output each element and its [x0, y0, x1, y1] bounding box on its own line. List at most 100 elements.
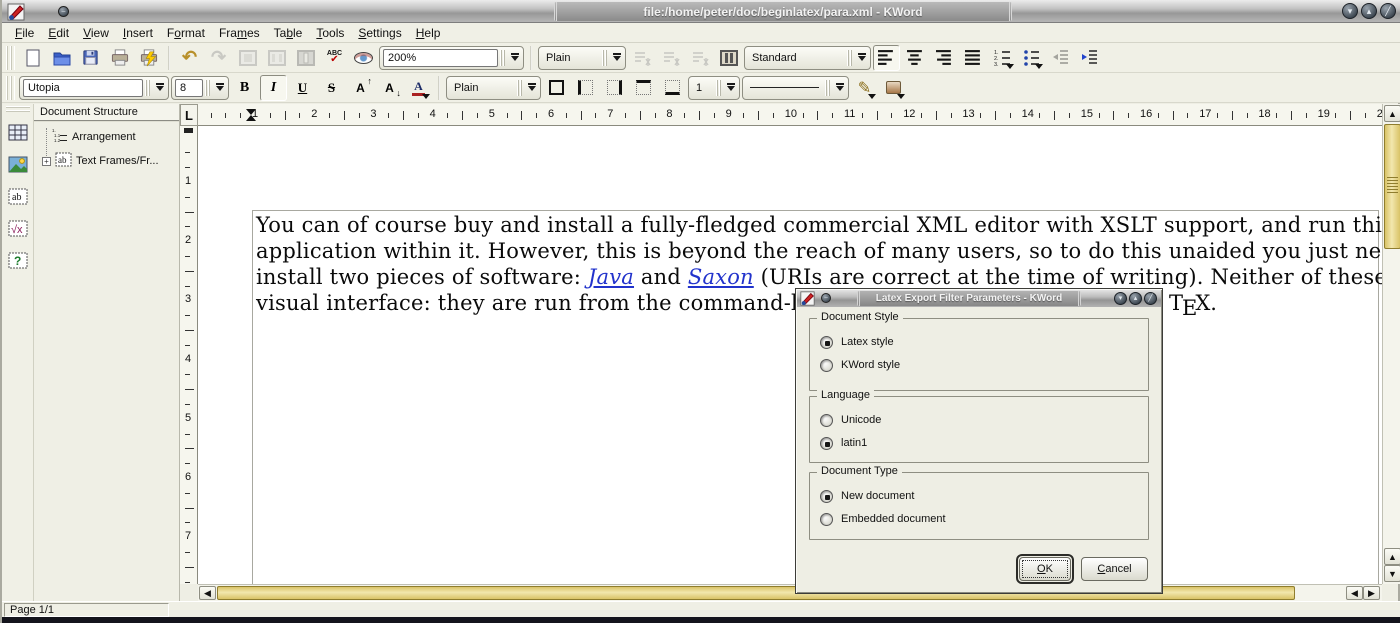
- line-style-sample[interactable]: [746, 79, 823, 97]
- insert-endnote-icon[interactable]: [657, 45, 684, 71]
- tab-stop-selector[interactable]: L: [180, 104, 198, 126]
- menu-settings[interactable]: Settings: [351, 24, 408, 42]
- border-width-select-value[interactable]: 1: [692, 79, 714, 97]
- insert-column-break-icon[interactable]: [715, 45, 742, 71]
- dialog-titlebar[interactable]: – Latex Export Filter Parameters - KWord…: [797, 290, 1161, 307]
- bold-icon[interactable]: [231, 75, 258, 101]
- radio-new-document[interactable]: New document: [820, 488, 914, 504]
- hyperlink-java[interactable]: Java: [588, 265, 634, 289]
- menu-table[interactable]: Table: [267, 24, 310, 42]
- formatting-characters-icon[interactable]: [350, 45, 377, 71]
- radio-button-icon[interactable]: [820, 359, 833, 372]
- sticky-window-button[interactable]: –: [58, 6, 69, 17]
- menu-tools[interactable]: Tools: [309, 24, 351, 42]
- strikethrough-icon[interactable]: [318, 75, 345, 101]
- insert-object-icon[interactable]: ?: [4, 246, 32, 274]
- insert-footnote-icon[interactable]: [628, 45, 655, 71]
- scroll-left-button[interactable]: ◀: [199, 586, 216, 600]
- combo-dropdown-button[interactable]: [853, 47, 870, 69]
- subscript-icon[interactable]: [376, 75, 403, 101]
- undo-icon[interactable]: [176, 45, 203, 71]
- minimize-button[interactable]: ▾: [1114, 292, 1127, 305]
- redo-icon[interactable]: [205, 45, 232, 71]
- font-size-select-value[interactable]: 8: [175, 79, 203, 97]
- toolbar-handle[interactable]: [6, 46, 15, 70]
- underline-icon[interactable]: [289, 75, 316, 101]
- cancel-button[interactable]: Cancel: [1081, 557, 1148, 581]
- scroll-up-button-bottom[interactable]: ▲: [1384, 548, 1400, 565]
- table-style-select-value[interactable]: Standard: [748, 49, 845, 67]
- radio-embedded-document[interactable]: Embedded document: [820, 511, 946, 527]
- zoom-select[interactable]: 200%: [379, 46, 524, 70]
- border-color-icon[interactable]: [851, 75, 878, 101]
- sidebar-item-text-frames[interactable]: + ab Text Frames/Fr...: [42, 152, 159, 170]
- open-document-icon[interactable]: [48, 45, 75, 71]
- close-button[interactable]: ╱: [1144, 292, 1157, 305]
- align-right-icon[interactable]: [931, 45, 958, 71]
- print-preview-icon[interactable]: [135, 45, 162, 71]
- border-left-icon[interactable]: [572, 75, 599, 101]
- border-bottom-icon[interactable]: [659, 75, 686, 101]
- combo-dropdown-button[interactable]: [523, 77, 540, 99]
- frame-columns-icon[interactable]: [263, 45, 290, 71]
- document-canvas[interactable]: You can of course buy and install a full…: [198, 126, 1382, 584]
- text-color-icon[interactable]: [405, 75, 432, 101]
- menu-format[interactable]: Format: [160, 24, 212, 42]
- radio-button-icon[interactable]: [820, 513, 833, 526]
- menu-frames[interactable]: Frames: [212, 24, 267, 42]
- scroll-up-button[interactable]: ▲: [1384, 105, 1400, 122]
- decrease-indent-icon[interactable]: [1047, 45, 1074, 71]
- radio-button-icon[interactable]: [820, 437, 833, 450]
- vertical-scrollbar[interactable]: ▲ ▲ ▼: [1382, 104, 1400, 584]
- menu-view[interactable]: View: [76, 24, 116, 42]
- window-titlebar[interactable]: – file:/home/peter/doc/beginlatex/para.x…: [2, 0, 1400, 23]
- align-center-icon[interactable]: [902, 45, 929, 71]
- combo-dropdown-button[interactable]: [211, 77, 228, 99]
- font-family-select[interactable]: Utopia: [19, 76, 169, 100]
- superscript-icon[interactable]: [347, 75, 374, 101]
- menu-insert[interactable]: Insert: [116, 24, 160, 42]
- bullet-list-icon[interactable]: [1018, 45, 1045, 71]
- menu-file[interactable]: File: [8, 24, 41, 42]
- insert-picture-icon[interactable]: [4, 150, 32, 178]
- scroll-right-button[interactable]: ▶: [1363, 586, 1380, 600]
- font-family-select-value[interactable]: Utopia: [23, 79, 143, 97]
- table-style-select[interactable]: Standard: [744, 46, 871, 70]
- align-justify-icon[interactable]: [960, 45, 987, 71]
- border-right-icon[interactable]: [601, 75, 628, 101]
- radio-unicode[interactable]: Unicode: [820, 412, 881, 428]
- vertical-scrollbar-thumb[interactable]: [1384, 124, 1400, 249]
- increase-indent-icon[interactable]: [1076, 45, 1103, 71]
- sidebar-item-arrangement[interactable]: 1.1.11.2 Arrangement: [52, 128, 136, 146]
- combo-dropdown-button[interactable]: [722, 77, 739, 99]
- border-top-icon[interactable]: [630, 75, 657, 101]
- new-document-icon[interactable]: [19, 45, 46, 71]
- combo-dropdown-button[interactable]: [608, 47, 625, 69]
- spellcheck-icon[interactable]: [321, 45, 348, 71]
- insert-formula-icon[interactable]: √x: [4, 214, 32, 242]
- radio-kword-style[interactable]: KWord style: [820, 357, 900, 373]
- scroll-down-button[interactable]: ▼: [1384, 565, 1400, 582]
- menu-help[interactable]: Help: [409, 24, 448, 42]
- insert-text-frame-icon[interactable]: ab: [4, 182, 32, 210]
- maximize-button[interactable]: ▴: [1361, 3, 1377, 19]
- hyperlink-saxon[interactable]: Saxon: [688, 265, 754, 289]
- frame-style-select[interactable]: Plain: [446, 76, 541, 100]
- toolbar-handle[interactable]: [6, 106, 30, 114]
- font-size-select[interactable]: 8: [171, 76, 229, 100]
- align-left-icon[interactable]: [873, 45, 900, 71]
- top-margin-marker[interactable]: [184, 128, 193, 133]
- background-color-icon[interactable]: [880, 75, 907, 101]
- print-icon[interactable]: [106, 45, 133, 71]
- minimize-button[interactable]: ▾: [1342, 3, 1358, 19]
- frame-borders-icon[interactable]: [234, 45, 261, 71]
- combo-dropdown-button[interactable]: [151, 77, 168, 99]
- radio-button-icon[interactable]: [820, 490, 833, 503]
- scroll-left-button-right[interactable]: ◀: [1346, 586, 1363, 600]
- border-width-select[interactable]: 1: [688, 76, 740, 100]
- sticky-window-button[interactable]: –: [821, 293, 831, 303]
- numbered-list-icon[interactable]: 1.2.3.: [989, 45, 1016, 71]
- tree-expand-icon[interactable]: +: [42, 157, 51, 166]
- paragraph-style-select-value[interactable]: Plain: [542, 49, 600, 67]
- border-outline-icon[interactable]: [543, 75, 570, 101]
